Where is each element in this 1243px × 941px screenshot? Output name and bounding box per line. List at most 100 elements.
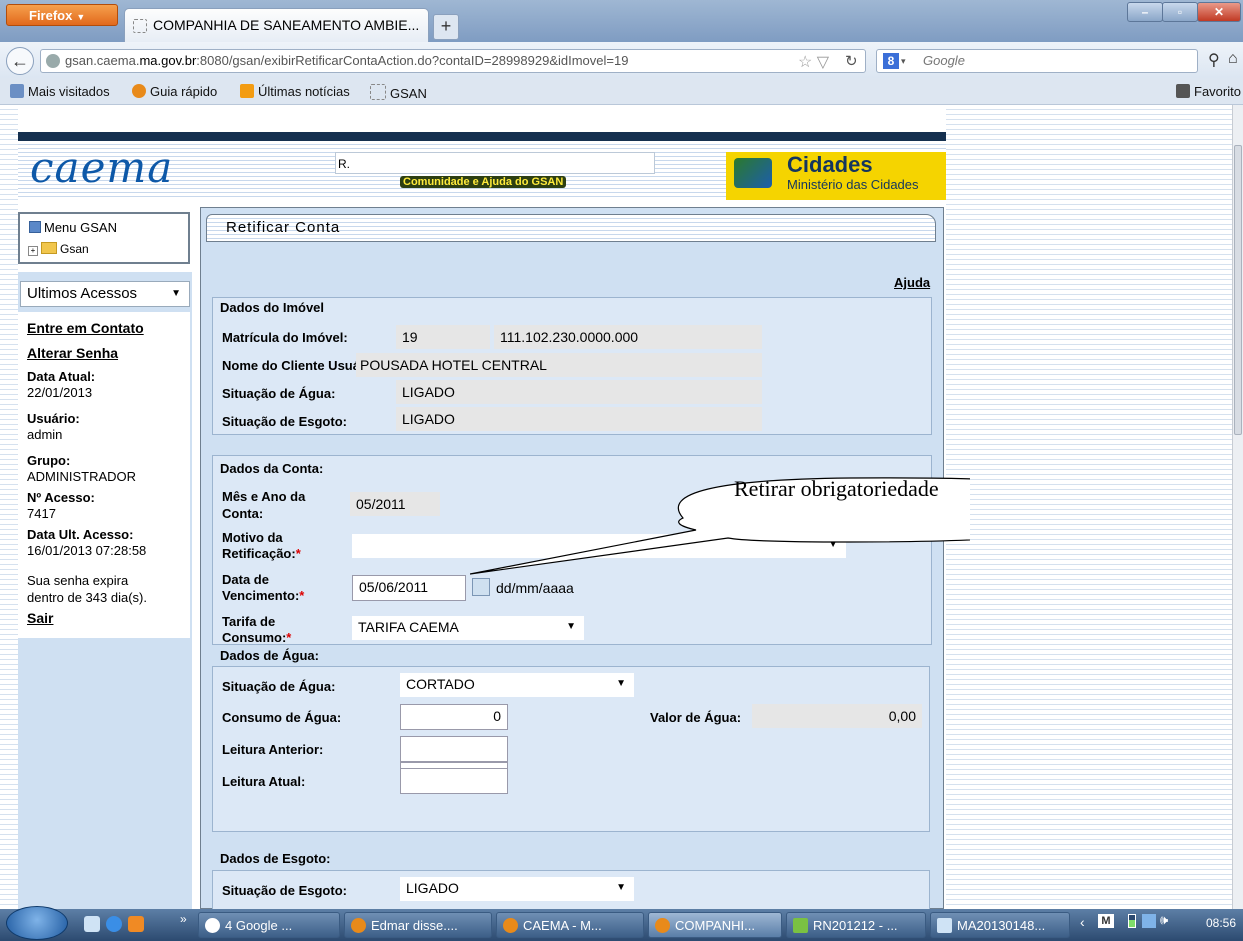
bookmark-label: Favorito <box>1194 84 1241 99</box>
mes-ano-value: 05/2011 <box>350 492 440 516</box>
bookmark-favoritos[interactable]: Favorito <box>1176 84 1241 99</box>
logout-link[interactable]: Sair <box>27 610 53 626</box>
situacao-agua-select[interactable]: CORTADO ▼ <box>400 673 634 697</box>
consumo-agua-input[interactable]: 0 <box>400 704 508 730</box>
section-title-agua: Dados de Água: <box>220 648 319 663</box>
scrollbar-thumb[interactable] <box>1234 145 1242 435</box>
situacao-agua-value: CORTADO <box>406 676 475 692</box>
bookmark-ultimas-noticias[interactable]: Últimas notícias <box>240 84 350 99</box>
consumo-agua-label: Consumo de Água: <box>222 710 342 725</box>
user-value: admin <box>27 427 63 442</box>
contact-link[interactable]: Entre em Contato <box>27 320 144 336</box>
tab-title: COMPANHIA DE SANEAMENTO AMBIE... <box>153 17 420 33</box>
header-top-bar <box>18 132 946 141</box>
url-bar[interactable]: gsan.caema.ma.gov.br:8080/gsan/exibirRet… <box>40 49 866 73</box>
group-value: ADMINISTRADOR <box>27 469 137 484</box>
search-placeholder: Google <box>923 53 965 68</box>
vencimento-label-text: Vencimento: <box>222 588 300 603</box>
browser-tab[interactable]: COMPANHIA DE SANEAMENTO AMBIE... <box>124 8 429 42</box>
menu-tree-gsan[interactable]: + Gsan <box>28 242 89 256</box>
taskbar-item-label: 4 Google ... <box>225 918 293 933</box>
page-icon <box>370 84 386 100</box>
media-player-icon[interactable] <box>128 916 144 932</box>
user-label: Usuário: <box>27 411 80 426</box>
search-input[interactable]: 8 ▾ Google <box>876 49 1198 73</box>
chevron-down-icon: ▼ <box>616 882 626 893</box>
more-quicklaunch-icon[interactable]: » <box>180 912 187 926</box>
expand-plus-icon[interactable]: + <box>28 246 38 256</box>
taskbar-item-companhia[interactable]: COMPANHI... <box>648 912 782 938</box>
header-text-field[interactable]: R. <box>335 152 655 174</box>
last-access-label: Data Ult. Acesso: <box>27 527 134 542</box>
change-password-link[interactable]: Alterar Senha <box>27 345 118 361</box>
back-arrow-icon: ← <box>11 51 29 71</box>
firefox-icon <box>503 918 518 933</box>
plus-icon: + <box>440 16 452 36</box>
vencimento-input[interactable]: 05/06/2011 <box>352 575 466 601</box>
tarifa-label-line1: Tarifa de <box>222 614 276 629</box>
situacao-esgoto-imovel-value: LIGADO <box>396 407 762 431</box>
taskbar-item-edmar[interactable]: Edmar disse.... <box>344 912 492 938</box>
chevron-down-icon: ▼ <box>76 12 86 22</box>
google-icon: 8 <box>883 53 899 69</box>
section-title-imovel: Dados do Imóvel <box>220 300 325 315</box>
start-button[interactable] <box>6 906 68 940</box>
battery-icon[interactable] <box>1128 914 1136 928</box>
situacao-esgoto-label: Situação de Esgoto: <box>222 883 347 898</box>
bookmark-gsan[interactable]: GSAN <box>370 84 427 101</box>
situacao-esgoto-select[interactable]: LIGADO ▼ <box>400 877 634 901</box>
community-help-link[interactable]: Comunidade e Ajuda do GSAN <box>400 176 567 188</box>
bookmark-star-icon[interactable]: ☆ ▽ <box>798 52 829 72</box>
url-path: :8080/gsan/exibirRetificarContaAction.do… <box>196 53 629 68</box>
motivo-label-line1: Motivo da <box>222 530 283 545</box>
situacao-agua-imovel-value: LIGADO <box>396 380 762 404</box>
tarifa-select[interactable]: TARIFA CAEMA ▼ <box>352 616 584 640</box>
taskbar-item-label: COMPANHI... <box>675 918 755 933</box>
cliente-value: POUSADA HOTEL CENTRAL <box>356 353 762 377</box>
reload-icon[interactable]: ↻ <box>845 52 858 70</box>
bookmark-mais-visitados[interactable]: Mais visitados <box>10 84 110 99</box>
valor-agua-label: Valor de Água: <box>650 710 742 725</box>
menu-icon <box>29 221 41 233</box>
current-date-value: 22/01/2013 <box>27 385 93 400</box>
matricula-label: Matrícula do Imóvel: <box>222 330 348 345</box>
motivo-label-text: Retificação: <box>222 546 296 561</box>
tree-item-label: Gsan <box>60 242 89 256</box>
access-number-value: 7417 <box>27 506 56 521</box>
gmail-icon[interactable]: M <box>1098 914 1114 928</box>
situacao-agua-label: Situação de Água: <box>222 679 336 694</box>
taskbar-item-caema[interactable]: CAEMA - M... <box>496 912 644 938</box>
leitura-anterior-field[interactable] <box>400 736 508 762</box>
taskbar-item-label: CAEMA - M... <box>523 918 602 933</box>
taskbar-item-ma2013[interactable]: MA20130148... <box>930 912 1070 938</box>
firefox-icon <box>655 918 670 933</box>
firefox-menu-button[interactable]: Firefox ▼ <box>6 4 118 26</box>
show-desktop-icon[interactable] <box>84 916 100 932</box>
maximize-button[interactable]: ▫ <box>1162 2 1198 22</box>
clock[interactable]: 08:56 <box>1206 916 1236 930</box>
taskbar-item-label: MA20130148... <box>957 918 1046 933</box>
leitura-atual-input[interactable] <box>400 768 508 794</box>
help-link[interactable]: Ajuda <box>894 275 930 290</box>
url-domain: ma.gov.br <box>139 53 197 68</box>
close-window-button[interactable]: ✕ <box>1197 2 1241 22</box>
volume-icon[interactable]: 🕪 <box>1160 912 1168 928</box>
tray-expand-icon[interactable]: ‹ <box>1080 914 1085 930</box>
home-icon[interactable]: ⌂ <box>1228 50 1238 68</box>
new-tab-button[interactable]: + <box>433 14 459 40</box>
firefox-icon <box>132 84 146 98</box>
favorites-star-icon <box>1176 84 1190 98</box>
inscricao-value: 111.102.230.0000.000 <box>494 325 762 349</box>
taskbar-item-rn201212[interactable]: RN201212 - ... <box>786 912 926 938</box>
back-button[interactable]: ← <box>6 47 34 75</box>
recent-access-select[interactable]: Ultimos Acessos ▼ <box>20 281 190 307</box>
search-icon[interactable]: ⚲ <box>1208 50 1220 70</box>
caema-logo: caema <box>30 143 174 192</box>
bookmark-guia-rapido[interactable]: Guia rápido <box>132 84 217 99</box>
network-icon[interactable] <box>1142 914 1156 928</box>
minimize-button[interactable]: – <box>1127 2 1163 22</box>
document-icon <box>937 918 952 933</box>
page-favicon-icon <box>133 19 147 33</box>
internet-explorer-icon[interactable] <box>106 916 122 932</box>
taskbar-item-google[interactable]: 4 Google ... <box>198 912 340 938</box>
